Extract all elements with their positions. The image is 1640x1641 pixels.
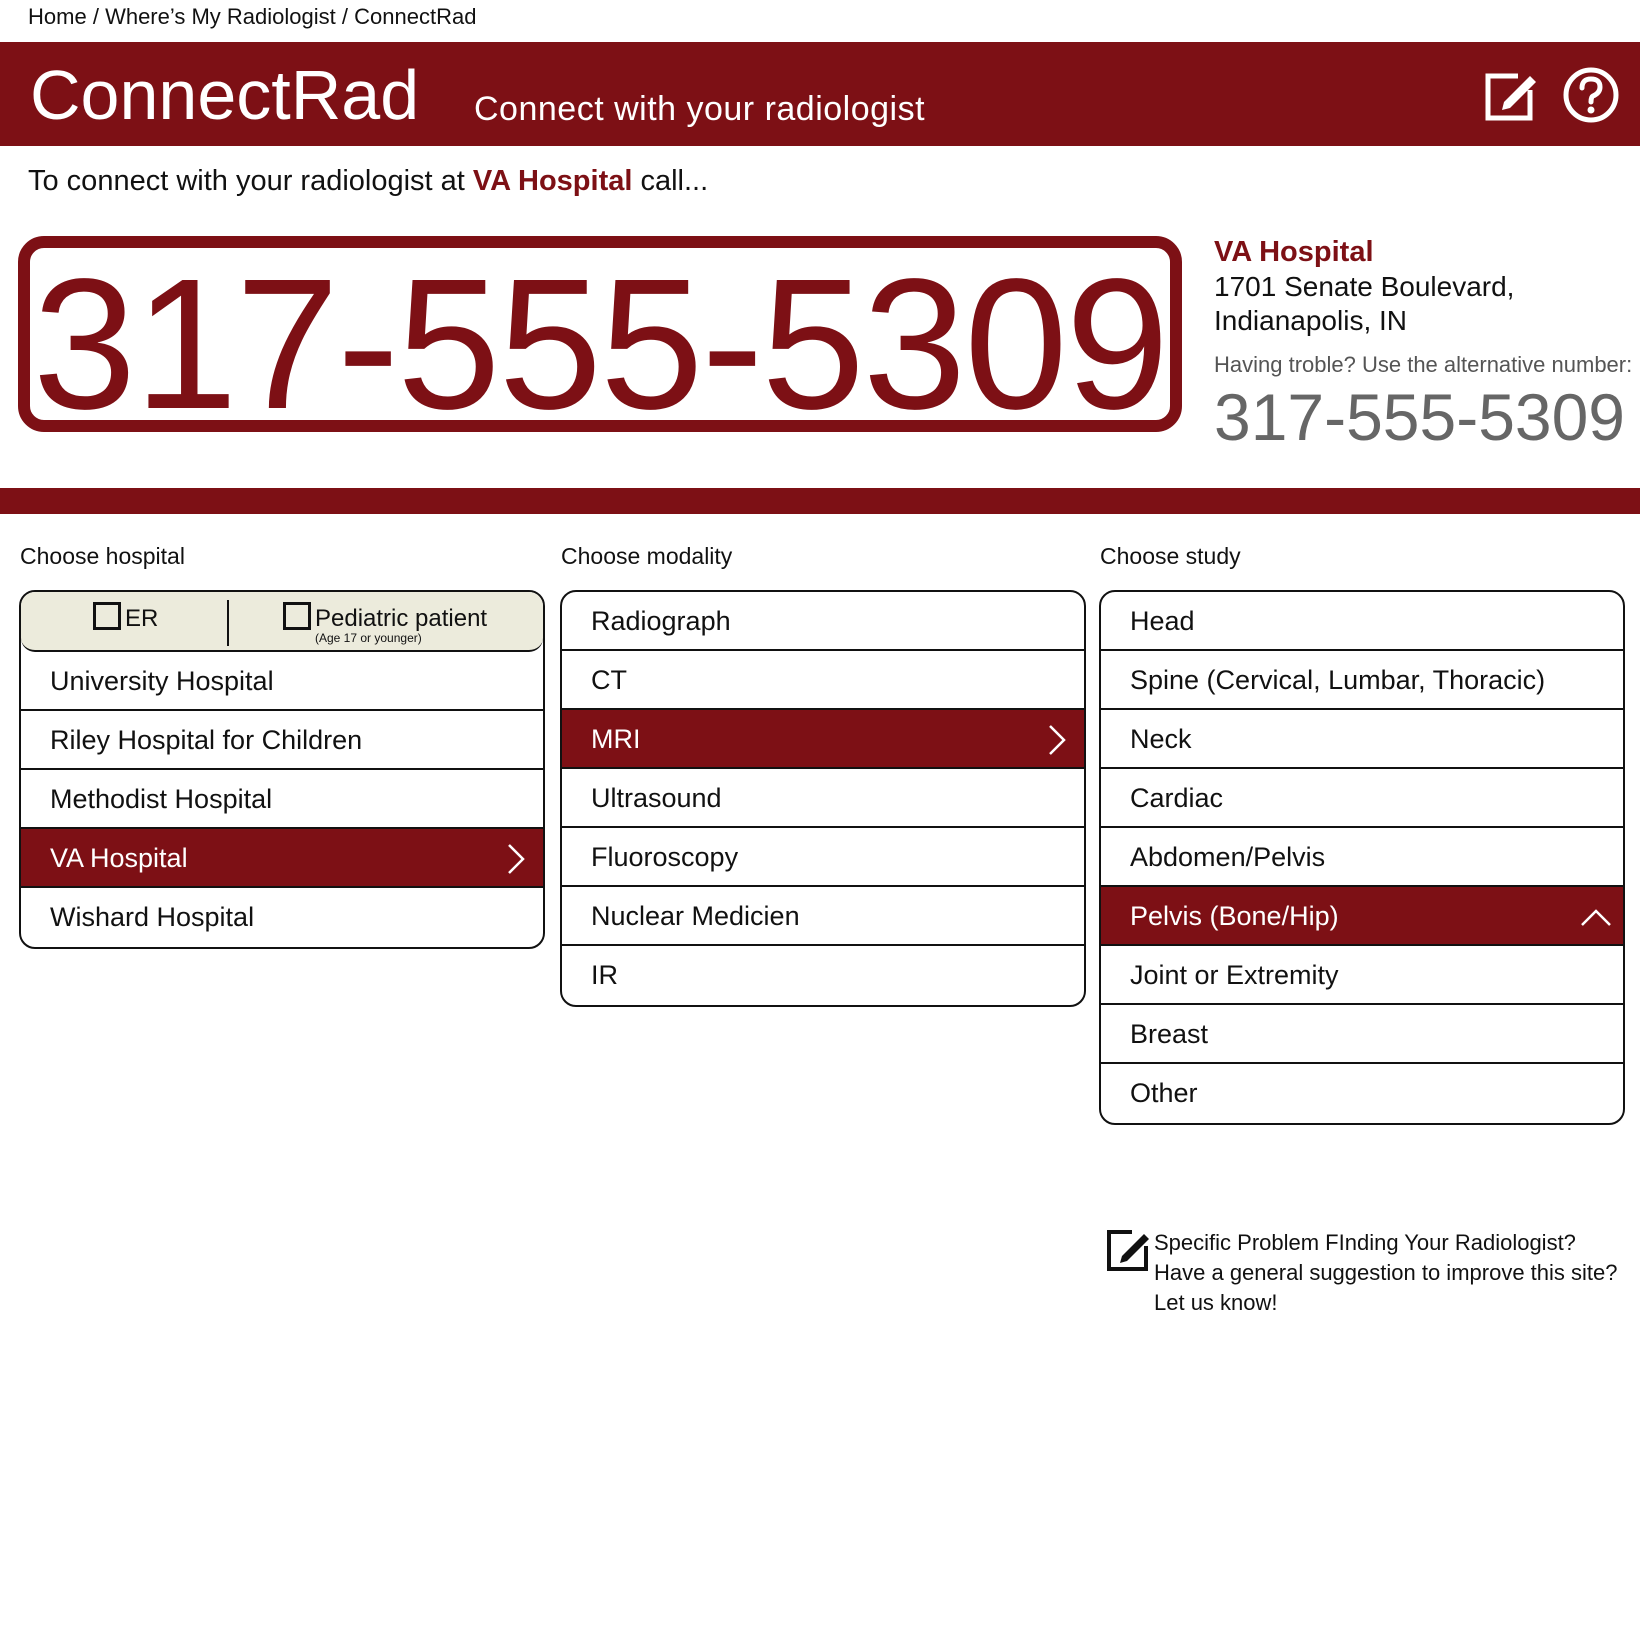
hospital-item[interactable]: Riley Hospital for Children: [21, 711, 543, 770]
alternative-label: Having troble? Use the alternative numbe…: [1214, 352, 1633, 377]
hospital-item-label: VA Hospital: [50, 843, 188, 873]
study-item-label: Cardiac: [1130, 783, 1224, 813]
modality-item[interactable]: MRI: [562, 710, 1084, 769]
hospital-item[interactable]: Wishard Hospital: [21, 888, 543, 947]
er-label: ER: [125, 605, 159, 632]
study-list: Head Spine (Cervical, Lumbar, Thoracic) Ne…: [1099, 590, 1625, 1125]
intro-prefix: To connect with your radiologist at: [28, 165, 465, 197]
help-icon[interactable]: [1562, 66, 1620, 124]
filter-divider: [227, 600, 229, 646]
hospital-item-label: University Hospital: [50, 666, 274, 696]
hospital-column-label: Choose hospital: [20, 543, 185, 569]
modality-item-label: MRI: [591, 724, 641, 754]
modality-item[interactable]: CT: [562, 651, 1084, 710]
intro-text: To connect with your radiologist at VA H…: [28, 165, 708, 198]
hospital-item-label: Wishard Hospital: [50, 902, 255, 932]
modality-column-label: Choose modality: [561, 543, 733, 569]
checkbox-icon[interactable]: [283, 602, 311, 630]
modality-item[interactable]: Radiograph: [562, 592, 1084, 651]
study-item-label: Abdomen/Pelvis: [1130, 842, 1326, 872]
hospital-item-label: Methodist Hospital: [50, 784, 273, 814]
hospital-items: University Hospital Riley Hospital for Ch…: [21, 652, 543, 947]
study-item-label: Breast: [1130, 1019, 1209, 1049]
edit-icon[interactable]: [1482, 66, 1540, 124]
hospital-name: VA Hospital: [1214, 236, 1374, 268]
modality-item-label: Fluoroscopy: [591, 842, 739, 872]
hospital-item-label: Riley Hospital for Children: [50, 725, 363, 755]
study-item-label: Joint or Extremity: [1130, 960, 1339, 990]
header-bar: ConnectRad Connect with your radiologist: [0, 42, 1640, 146]
app-title: ConnectRad: [30, 56, 420, 134]
patient-filter-bar: ER Pediatric patient (Age 17 or younger): [21, 592, 543, 652]
breadcrumb-home-link[interactable]: Home: [28, 4, 87, 29]
hospital-list: ER Pediatric patient (Age 17 or younger)…: [19, 590, 545, 949]
study-item[interactable]: Breast: [1101, 1005, 1623, 1064]
modality-item-label: Ultrasound: [591, 783, 722, 813]
modality-item-label: IR: [591, 960, 618, 990]
modality-item-label: CT: [591, 665, 627, 695]
breadcrumb-separator: /: [341, 4, 348, 29]
study-item-label: Spine (Cervical, Lumbar, Thoracic): [1130, 665, 1546, 695]
er-checkbox[interactable]: ER: [93, 602, 158, 633]
hospital-address-line1: 1701 Senate Boulevard,: [1214, 271, 1515, 302]
alternative-phone-number[interactable]: 317-555-5309: [1214, 380, 1638, 454]
chevron-up-icon: [1581, 909, 1611, 926]
chevron-right-icon: [508, 844, 525, 874]
study-item-label: Other: [1130, 1078, 1198, 1108]
modality-item[interactable]: Ultrasound: [562, 769, 1084, 828]
modality-item-label: Radiograph: [591, 606, 731, 636]
primary-phone-box[interactable]: 317-555-5309: [18, 236, 1182, 438]
modality-item-label: Nuclear Medicien: [591, 901, 800, 931]
study-item-label: Neck: [1130, 724, 1192, 754]
study-item[interactable]: Neck: [1101, 710, 1623, 769]
breadcrumb-current: ConnectRad: [354, 4, 477, 29]
hospital-info: VA Hospital 1701 Senate Boulevard, India…: [1214, 234, 1638, 454]
edit-icon[interactable]: [1106, 1226, 1152, 1272]
breadcrumb: Home / Where’s My Radiologist / ConnectR…: [28, 4, 476, 30]
primary-phone-number[interactable]: 317-555-5309: [30, 252, 1170, 438]
study-item[interactable]: Joint or Extremity: [1101, 946, 1623, 1005]
modality-items: Radiograph CT MRI Ultrasound Fluoroscopy Nucl…: [562, 592, 1084, 1005]
checkbox-icon[interactable]: [93, 602, 121, 630]
study-item[interactable]: Abdomen/Pelvis: [1101, 828, 1623, 887]
study-item[interactable]: Head: [1101, 592, 1623, 651]
pediatric-note: (Age 17 or younger): [315, 631, 422, 645]
hospital-item[interactable]: Methodist Hospital: [21, 770, 543, 829]
app-tagline: Connect with your radiologist: [474, 90, 926, 128]
intro-suffix: call...: [640, 165, 709, 197]
pediatric-checkbox[interactable]: Pediatric patient (Age 17 or younger): [283, 602, 487, 645]
hospital-item[interactable]: VA Hospital: [21, 829, 543, 888]
study-item-label: Head: [1130, 606, 1195, 636]
hospital-item[interactable]: University Hospital: [21, 652, 543, 711]
breadcrumb-separator: /: [92, 4, 99, 29]
study-column-label: Choose study: [1100, 543, 1241, 569]
modality-item[interactable]: IR: [562, 946, 1084, 1005]
hospital-address-line2: Indianapolis, IN: [1214, 305, 1408, 336]
modality-list: Radiograph CT MRI Ultrasound Fluoroscopy Nucl…: [560, 590, 1086, 1007]
pediatric-label: Pediatric patient: [315, 605, 488, 632]
chevron-right-icon: [1049, 725, 1066, 755]
feedback-text[interactable]: Specific Problem FInding Your Radiologis…: [1154, 1228, 1624, 1318]
study-item[interactable]: Cardiac: [1101, 769, 1623, 828]
intro-hospital: VA Hospital: [472, 165, 633, 197]
study-item-label: Pelvis (Bone/Hip): [1130, 901, 1339, 931]
modality-item[interactable]: Nuclear Medicien: [562, 887, 1084, 946]
study-item[interactable]: Spine (Cervical, Lumbar, Thoracic): [1101, 651, 1623, 710]
study-item[interactable]: Pelvis (Bone/Hip): [1101, 887, 1623, 946]
section-divider: [0, 488, 1640, 514]
study-items: Head Spine (Cervical, Lumbar, Thoracic) Ne…: [1101, 592, 1623, 1123]
modality-item[interactable]: Fluoroscopy: [562, 828, 1084, 887]
study-item[interactable]: Other: [1101, 1064, 1623, 1123]
breadcrumb-parent-link[interactable]: Where’s My Radiologist: [105, 4, 336, 29]
